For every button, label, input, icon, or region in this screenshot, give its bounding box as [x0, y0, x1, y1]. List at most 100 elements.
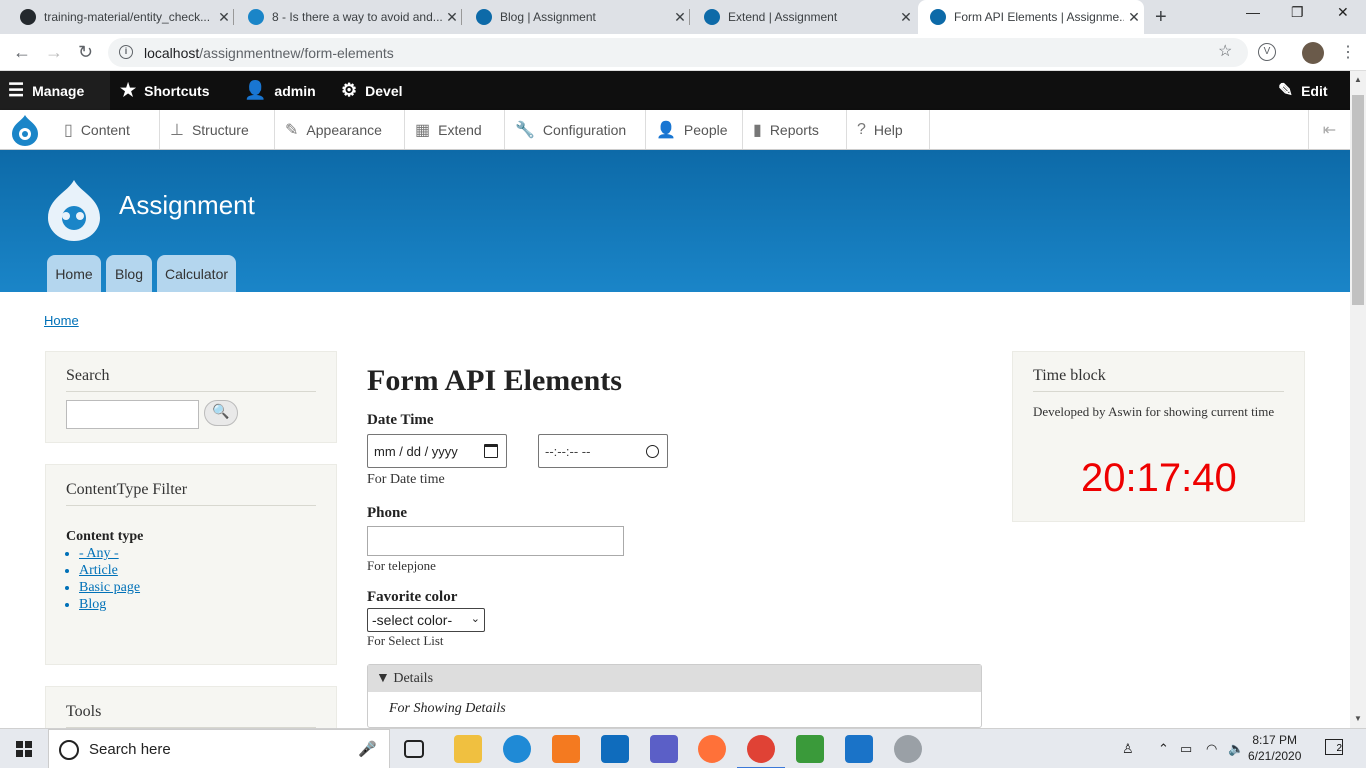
breadcrumb[interactable]: Home	[44, 313, 79, 328]
info-icon[interactable]: i	[119, 45, 133, 59]
browser-menu-icon[interactable]: ⋮	[1340, 42, 1356, 62]
collapse-tray-icon[interactable]: ⇤	[1308, 110, 1350, 149]
edge-icon[interactable]	[503, 735, 531, 763]
contenttype-filter-block: ContentType Filter Content type - Any - …	[45, 464, 337, 665]
task-view-icon[interactable]	[404, 740, 424, 758]
pencil-icon: ✎	[1278, 80, 1294, 100]
menu-structure[interactable]: ⊥ Structure	[160, 110, 275, 149]
back-button[interactable]: ←	[13, 42, 31, 63]
close-icon[interactable]: ✕	[214, 9, 234, 26]
browser-tab[interactable]: 8 - Is there a way to avoid and... ✕	[234, 0, 462, 34]
file-explorer-icon[interactable]	[454, 735, 482, 763]
menu-appearance[interactable]: ✎ Appearance	[275, 110, 405, 149]
browser-tab[interactable]: training-material/entity_check... ✕	[0, 0, 234, 34]
chrome-icon[interactable]	[737, 735, 785, 768]
teams-icon[interactable]	[650, 735, 678, 763]
puzzle-icon: ▦	[415, 121, 431, 139]
microphone-icon[interactable]: 🎤	[358, 740, 377, 758]
scrollbar-thumb[interactable]	[1352, 95, 1364, 305]
search-button[interactable]: 🔍	[204, 400, 238, 426]
toolbar-user[interactable]: 👤 admin	[236, 71, 324, 110]
profile-avatar[interactable]	[1302, 42, 1324, 64]
outlook-icon[interactable]	[601, 735, 629, 763]
battery-icon[interactable]: ▭	[1180, 741, 1192, 757]
minimize-button[interactable]: —	[1246, 4, 1260, 20]
browser-tab[interactable]: Extend | Assignment ✕	[690, 0, 916, 34]
new-tab-button[interactable]: +	[1155, 6, 1167, 29]
people-tray-icon[interactable]: ♙	[1122, 741, 1134, 757]
volume-icon[interactable]: 🔈	[1228, 741, 1244, 757]
close-icon[interactable]: ✕	[442, 9, 462, 26]
site-header: Assignment Home Blog Calculator	[0, 150, 1350, 292]
phone-label: Phone	[367, 505, 408, 521]
tab-blog[interactable]: Blog	[106, 255, 152, 292]
xampp-icon[interactable]	[552, 735, 580, 763]
calendar-icon[interactable]	[484, 444, 498, 458]
windows-start-icon[interactable]	[16, 741, 32, 757]
clock-icon[interactable]	[646, 445, 659, 458]
toolbar-edit[interactable]: ✎ Edit	[1270, 71, 1336, 110]
notification-center-icon[interactable]: 2	[1325, 739, 1343, 755]
phone-field[interactable]	[367, 526, 624, 556]
menu-people[interactable]: 👤 People	[646, 110, 743, 149]
taskbar-clock[interactable]: 8:17 PM 6/21/2020	[1248, 732, 1301, 764]
browser-tab[interactable]: Blog | Assignment ✕	[462, 0, 690, 34]
chevron-up-icon[interactable]: ⌃	[1158, 741, 1169, 757]
window-close-button[interactable]: ✕	[1337, 4, 1349, 21]
tab-calculator[interactable]: Calculator	[157, 255, 236, 292]
search-icon: 🔍	[212, 405, 230, 420]
details-element: ▼ Details For Showing Details	[367, 664, 982, 728]
firefox-icon[interactable]	[698, 735, 726, 763]
search-input[interactable]	[66, 400, 199, 429]
extension-icon[interactable]: V	[1258, 43, 1276, 61]
toolbar-shortcuts[interactable]: ★ Shortcuts	[112, 71, 217, 110]
paint-icon[interactable]	[894, 735, 922, 763]
admin-toolbar: ☰ Manage ★ Shortcuts 👤 admin ⚙ Devel ✎ E…	[0, 71, 1350, 110]
notepad-icon[interactable]	[796, 735, 824, 763]
drupal-logo-icon[interactable]	[10, 114, 40, 146]
filter-list: - Any - Article Basic page Blog	[79, 545, 336, 613]
browser-tab-active[interactable]: Form API Elements | Assignme... ✕	[918, 0, 1144, 34]
menu-help[interactable]: ? Help	[847, 110, 930, 149]
color-description: For Select List	[367, 633, 444, 648]
brush-icon: ✎	[285, 121, 299, 139]
list-item[interactable]: Blog	[79, 596, 336, 613]
restore-button[interactable]: ❐	[1291, 4, 1304, 21]
forward-button[interactable]: →	[45, 42, 63, 63]
close-icon[interactable]: ✕	[670, 9, 690, 26]
scroll-up-icon[interactable]: ▲	[1354, 75, 1362, 84]
list-item[interactable]: - Any -	[79, 545, 336, 562]
list-item[interactable]: Article	[79, 562, 336, 579]
menu-extend[interactable]: ▦ Extend	[405, 110, 505, 149]
bookmark-star-icon[interactable]: ☆	[1218, 41, 1232, 61]
date-input[interactable]: mm / dd / yyyy	[367, 434, 507, 468]
page-icon: ▯	[64, 121, 73, 139]
url-input[interactable]: i localhost/assignmentnew/form-elements	[108, 38, 1248, 67]
tab-home[interactable]: Home	[47, 255, 101, 292]
gear-icon: ⚙	[341, 80, 358, 100]
wifi-icon[interactable]: ◠	[1206, 741, 1217, 757]
menu-reports[interactable]: ▮ Reports	[743, 110, 847, 149]
site-logo-icon[interactable]	[44, 178, 104, 242]
details-summary[interactable]: ▼ Details	[368, 665, 981, 692]
drupal-icon	[248, 9, 264, 25]
color-select[interactable]: -select color- ⌄	[367, 608, 485, 632]
date-label: Date Time	[367, 412, 434, 428]
page-scrollbar[interactable]: ▲ ▼	[1350, 71, 1366, 728]
list-item[interactable]: Basic page	[79, 579, 336, 596]
taskbar-search-input[interactable]: Search here 🎤	[48, 729, 390, 768]
help-icon: ?	[857, 120, 866, 138]
close-icon[interactable]: ✕	[1124, 9, 1144, 26]
menu-configuration[interactable]: 🔧 Configuration	[505, 110, 646, 149]
menu-content[interactable]: ▯ Content	[54, 110, 160, 149]
user-icon: 👤	[244, 80, 267, 100]
reload-button[interactable]: ↻	[78, 42, 93, 63]
toolbar-devel[interactable]: ⚙ Devel	[333, 71, 411, 110]
time-input[interactable]: --:--:-- --	[538, 434, 668, 468]
close-icon[interactable]: ✕	[896, 9, 916, 26]
site-name[interactable]: Assignment	[119, 190, 255, 221]
toolbar-manage[interactable]: ☰ Manage	[0, 71, 110, 110]
tools-block-title: Tools	[66, 703, 316, 728]
scroll-down-icon[interactable]: ▼	[1354, 714, 1362, 723]
vscode-icon[interactable]	[845, 735, 873, 763]
